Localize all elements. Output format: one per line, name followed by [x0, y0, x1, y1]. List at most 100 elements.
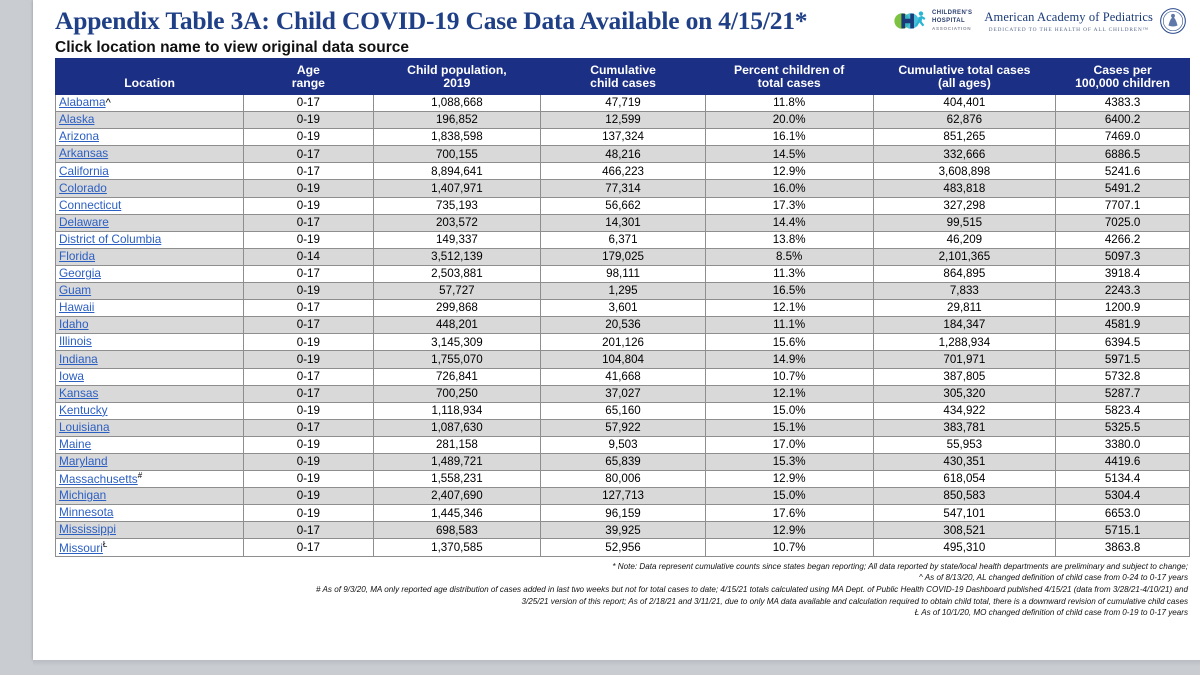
- cell-location[interactable]: Idaho: [54, 316, 245, 335]
- cell-location[interactable]: Arkansas: [54, 145, 245, 164]
- cell-cumulative-child-cases: 77,314: [540, 179, 706, 198]
- location-link[interactable]: Indiana: [59, 352, 98, 366]
- cell-child-population: 1,445,346: [372, 504, 542, 523]
- cell-percent-children: 15.6%: [704, 333, 874, 352]
- document-page: Appendix Table 3A: Child COVID-19 Case D…: [33, 0, 1200, 660]
- cell-location[interactable]: Maryland: [54, 452, 245, 472]
- location-link[interactable]: Georgia: [59, 266, 101, 280]
- cell-location[interactable]: Illinois: [54, 333, 245, 352]
- cell-location[interactable]: Louisiana: [54, 418, 245, 437]
- column-header-cumulative-child-cases-line1: Cumulative: [590, 62, 656, 77]
- table-row: Maine 0-19 281,158 9,503 17.0% 55,953 3380.0: [54, 435, 1190, 454]
- cell-percent-children: 20.0%: [704, 111, 874, 130]
- cell-location[interactable]: Georgia: [54, 264, 245, 284]
- column-header-age-range-line1: Age: [296, 62, 320, 77]
- location-link[interactable]: Alabama: [59, 96, 106, 110]
- cell-percent-children: 12.9%: [704, 470, 874, 489]
- cell-location[interactable]: Colorado: [54, 179, 245, 198]
- cell-location[interactable]: Alabama^: [54, 93, 245, 113]
- location-link[interactable]: Connecticut: [59, 198, 121, 212]
- cell-cumulative-total-cases: 618,054: [872, 470, 1057, 489]
- table-row: Idaho 0-17 448,201 20,536 11.1% 184,347 4581.9: [54, 316, 1190, 335]
- cell-percent-children: 12.9%: [704, 521, 874, 540]
- cell-cumulative-child-cases: 20,536: [540, 316, 706, 335]
- location-link[interactable]: Missouri: [59, 541, 103, 555]
- location-link[interactable]: Iowa: [59, 369, 84, 383]
- cha-line3: ASSOCIATION: [931, 25, 972, 31]
- location-link[interactable]: Alaska: [59, 113, 94, 127]
- column-header-location-line1: Location: [124, 76, 175, 91]
- table-row: Indiana 0-19 1,755,070 104,804 14.9% 701,971 5…: [54, 350, 1190, 369]
- covid-case-data-table: Location Age range Child population, 201…: [54, 58, 1190, 557]
- location-link[interactable]: Arkansas: [59, 147, 108, 161]
- cell-cases-per-100k: 6653.0: [1055, 504, 1190, 523]
- cell-child-population: 299,868: [372, 299, 542, 318]
- cell-cumulative-child-cases: 12,599: [540, 111, 706, 130]
- cell-location[interactable]: Indiana: [54, 350, 245, 369]
- cell-location[interactable]: Alaska: [54, 111, 245, 130]
- location-link[interactable]: Massachusetts: [59, 472, 138, 486]
- cell-child-population: 1,370,585: [372, 538, 542, 557]
- page-bottom-shadow: [33, 660, 1200, 666]
- cell-cumulative-total-cases: 55,953: [872, 435, 1057, 454]
- cell-child-population: 149,337: [372, 230, 542, 249]
- footnotes-block: * Note: Data represent cumulative counts…: [33, 557, 1200, 620]
- cell-location[interactable]: Kansas: [54, 384, 245, 403]
- cell-location[interactable]: Arizona: [54, 128, 245, 147]
- cell-age-range: 0-19: [243, 179, 374, 198]
- cell-location[interactable]: Minnesota: [54, 504, 245, 523]
- location-link[interactable]: California: [59, 164, 109, 178]
- cell-location[interactable]: Florida: [54, 247, 245, 266]
- cell-location[interactable]: Mississippi: [54, 521, 245, 540]
- location-link[interactable]: Illinois: [59, 335, 92, 349]
- location-link[interactable]: Minnesota: [59, 506, 113, 520]
- cell-percent-children: 17.6%: [704, 504, 874, 523]
- cell-location[interactable]: Hawaii: [54, 299, 245, 318]
- cell-child-population: 1,838,598: [372, 128, 542, 147]
- cell-cumulative-total-cases: 46,209: [872, 230, 1057, 249]
- cell-location[interactable]: Delaware: [54, 213, 245, 232]
- location-link[interactable]: Guam: [59, 284, 91, 298]
- location-link[interactable]: Colorado: [59, 181, 107, 195]
- cell-child-population: 203,572: [372, 213, 542, 232]
- cell-location[interactable]: MissouriŁ: [54, 538, 245, 557]
- cell-age-range: 0-17: [243, 145, 374, 164]
- table-row: Louisiana 0-17 1,087,630 57,922 15.1% 383,781…: [54, 418, 1190, 437]
- cell-cumulative-total-cases: 2,101,365: [872, 247, 1057, 266]
- location-link[interactable]: Florida: [59, 249, 95, 263]
- location-link[interactable]: Kentucky: [59, 403, 108, 417]
- cell-child-population: 281,158: [372, 435, 542, 454]
- cell-cumulative-total-cases: 62,876: [872, 111, 1057, 130]
- column-header-percent-children-line1: Percent children of: [733, 62, 845, 77]
- location-link[interactable]: Hawaii: [59, 301, 94, 315]
- cell-cases-per-100k: 2243.3: [1055, 282, 1190, 301]
- cell-location[interactable]: California: [54, 162, 245, 181]
- cell-location[interactable]: Kentucky: [54, 401, 245, 420]
- column-header-percent-children-line2: total cases: [757, 76, 821, 91]
- cell-cases-per-100k: 5732.8: [1055, 367, 1190, 386]
- cell-location[interactable]: Guam: [54, 282, 245, 301]
- table-row: Kentucky 0-19 1,118,934 65,160 15.0% 434,922 5…: [54, 401, 1190, 420]
- cell-percent-children: 14.9%: [704, 350, 874, 369]
- location-link[interactable]: Mississippi: [59, 523, 116, 537]
- cell-age-range: 0-19: [243, 230, 374, 249]
- table-row: Mississippi 0-17 698,583 39,925 12.9% 308,521…: [54, 521, 1190, 540]
- location-link[interactable]: Delaware: [59, 215, 109, 229]
- cell-location[interactable]: Iowa: [54, 367, 245, 386]
- cell-location[interactable]: Massachusetts#: [54, 470, 245, 489]
- location-link[interactable]: Michigan: [59, 489, 106, 503]
- cell-location[interactable]: Michigan: [54, 487, 245, 506]
- cell-cumulative-child-cases: 48,216: [540, 145, 706, 164]
- cell-location[interactable]: District of Columbia: [54, 230, 245, 249]
- location-link[interactable]: Arizona: [59, 130, 99, 144]
- cell-location[interactable]: Connecticut: [54, 196, 245, 215]
- location-link[interactable]: Idaho: [59, 318, 89, 332]
- location-link[interactable]: Maryland: [59, 454, 108, 468]
- location-link[interactable]: Louisiana: [59, 420, 110, 434]
- cell-location[interactable]: Maine: [54, 435, 245, 454]
- cell-cumulative-total-cases: 850,583: [872, 487, 1057, 506]
- table-row: Massachusetts# 0-19 1,558,231 80,006 12.9% 61…: [54, 470, 1190, 489]
- location-link[interactable]: Kansas: [59, 386, 98, 400]
- location-link[interactable]: Maine: [59, 437, 91, 451]
- location-link[interactable]: District of Columbia: [59, 232, 161, 246]
